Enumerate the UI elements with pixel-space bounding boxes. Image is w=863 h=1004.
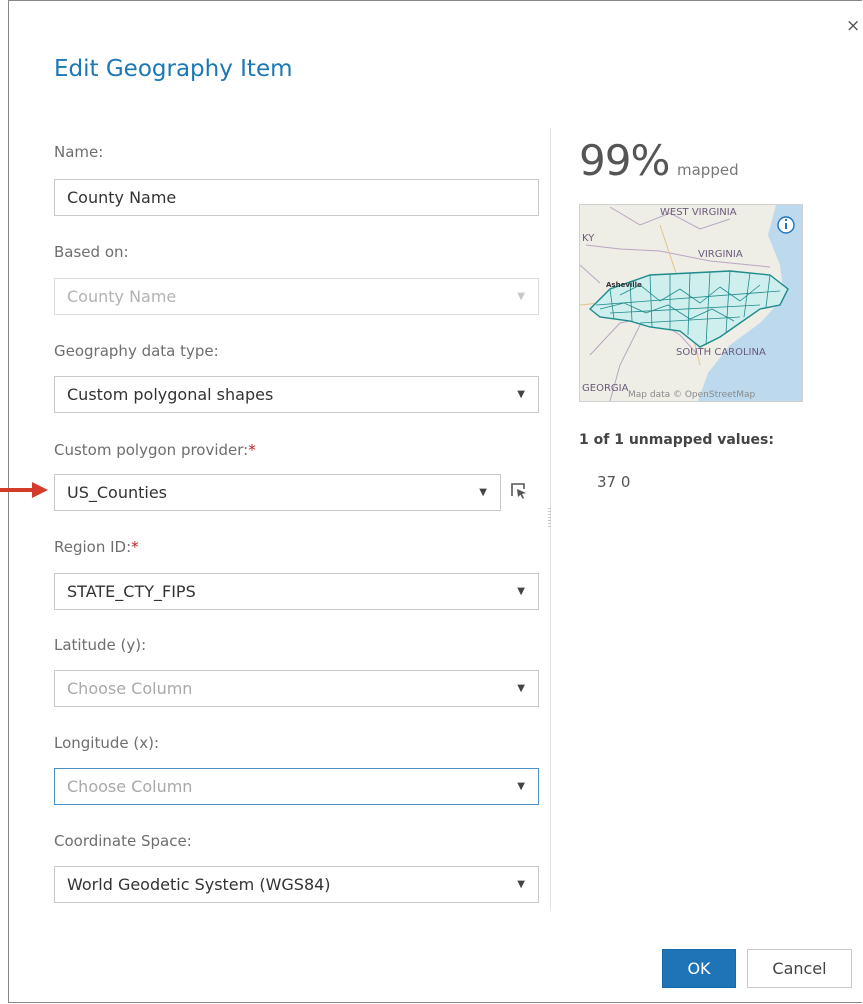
resize-grip[interactable] bbox=[548, 508, 551, 528]
map-image: WEST VIRGINIA KY VIRGINIA Asheville SOUT… bbox=[580, 205, 802, 401]
coordinate-select[interactable]: World Geodetic System (WGS84) ▼ bbox=[54, 866, 539, 903]
map-label-ga: GEORGIA bbox=[582, 383, 629, 394]
chevron-down-icon: ▼ bbox=[517, 586, 525, 597]
chevron-down-icon: ▼ bbox=[517, 683, 525, 694]
geo-type-label: Geography data type: bbox=[54, 342, 219, 360]
coordinate-value: World Geodetic System (WGS84) bbox=[67, 875, 331, 894]
unmapped-value: 37 0 bbox=[597, 473, 631, 491]
mapped-label: mapped bbox=[677, 161, 739, 179]
close-icon[interactable]: × bbox=[846, 18, 860, 35]
geo-type-value: Custom polygonal shapes bbox=[67, 385, 274, 404]
map-label-asheville: Asheville bbox=[606, 281, 642, 289]
provider-value: US_Counties bbox=[67, 483, 168, 502]
red-arrow-annotation bbox=[0, 482, 48, 498]
map-label-virginia: VIRGINIA bbox=[698, 249, 743, 260]
required-mark: * bbox=[131, 538, 139, 556]
map-label-ky: KY bbox=[582, 233, 595, 244]
latitude-placeholder: Choose Column bbox=[67, 679, 193, 698]
coordinate-label: Coordinate Space: bbox=[54, 832, 192, 850]
region-value: STATE_CTY_FIPS bbox=[67, 582, 196, 601]
map-attribution: Map data © OpenStreetMap bbox=[628, 390, 756, 400]
latitude-label: Latitude (y): bbox=[54, 636, 147, 654]
map-preview[interactable]: WEST VIRGINIA KY VIRGINIA Asheville SOUT… bbox=[579, 204, 803, 402]
based-on-value: County Name bbox=[67, 287, 177, 306]
provider-select[interactable]: US_Counties ▼ bbox=[54, 474, 501, 511]
chevron-down-icon: ▼ bbox=[517, 879, 525, 890]
dialog-title: Edit Geography Item bbox=[54, 56, 293, 82]
ok-button[interactable]: OK bbox=[662, 949, 736, 988]
chevron-down-icon: ▼ bbox=[517, 389, 525, 400]
chevron-down-icon: ▼ bbox=[479, 487, 487, 498]
longitude-placeholder: Choose Column bbox=[67, 777, 193, 796]
cancel-button[interactable]: Cancel bbox=[747, 949, 852, 988]
latitude-select[interactable]: Choose Column ▼ bbox=[54, 670, 539, 707]
mapped-percent: 99% bbox=[579, 136, 670, 185]
map-label-sc: SOUTH CAROLINA bbox=[676, 347, 766, 358]
based-on-select: County Name ▼ bbox=[54, 278, 539, 315]
region-label-text: Region ID: bbox=[54, 538, 132, 556]
provider-label: Custom polygon provider:* bbox=[54, 441, 256, 459]
chevron-down-icon: ▼ bbox=[517, 291, 525, 302]
longitude-select[interactable]: Choose Column ▼ bbox=[54, 768, 539, 805]
required-mark: * bbox=[248, 441, 256, 459]
name-label: Name: bbox=[54, 143, 104, 161]
provider-label-text: Custom polygon provider: bbox=[54, 441, 249, 459]
region-label: Region ID:* bbox=[54, 538, 139, 556]
map-label-wv: WEST VIRGINIA bbox=[660, 207, 737, 218]
based-on-label: Based on: bbox=[54, 243, 129, 261]
chevron-down-icon: ▼ bbox=[517, 781, 525, 792]
name-input[interactable]: County Name bbox=[54, 179, 539, 216]
select-cursor-icon[interactable] bbox=[508, 480, 528, 500]
region-select[interactable]: STATE_CTY_FIPS ▼ bbox=[54, 573, 539, 610]
info-icon[interactable] bbox=[777, 216, 795, 234]
unmapped-title: 1 of 1 unmapped values: bbox=[579, 432, 774, 448]
longitude-label: Longitude (x): bbox=[54, 734, 160, 752]
geo-type-select[interactable]: Custom polygonal shapes ▼ bbox=[54, 376, 539, 413]
name-input-value: County Name bbox=[67, 188, 177, 207]
